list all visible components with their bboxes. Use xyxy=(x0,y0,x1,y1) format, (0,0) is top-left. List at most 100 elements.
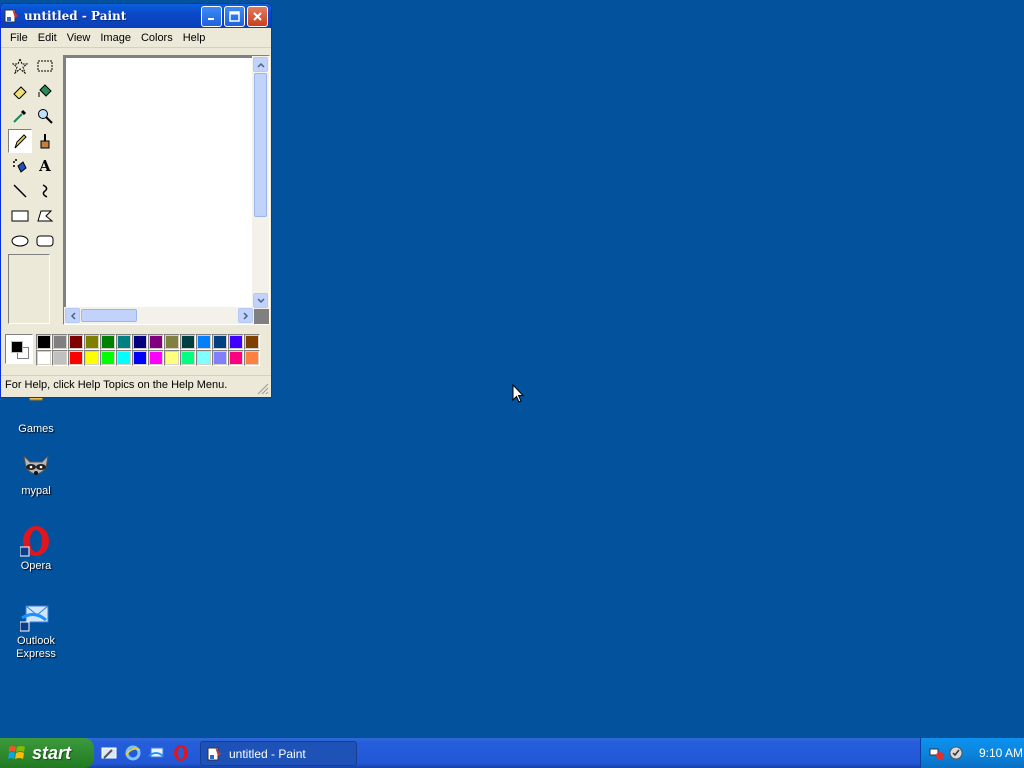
color-swatch[interactable] xyxy=(100,334,116,350)
horizontal-scrollbar[interactable] xyxy=(64,307,254,324)
color-swatch[interactable] xyxy=(148,334,164,350)
scroll-right-arrow[interactable] xyxy=(238,308,253,323)
color-swatch-fill xyxy=(69,335,83,349)
text-tool-glyph: A xyxy=(39,157,51,175)
scroll-left-arrow[interactable] xyxy=(65,308,80,323)
chevron-right-icon xyxy=(242,311,248,320)
color-swatch[interactable] xyxy=(212,334,228,350)
menu-view[interactable]: View xyxy=(62,32,96,44)
minimize-button[interactable] xyxy=(201,6,222,27)
color-swatch[interactable] xyxy=(36,334,52,350)
opera-quicklaunch-icon[interactable] xyxy=(172,744,190,762)
drawing-canvas[interactable] xyxy=(66,58,254,308)
color-swatch[interactable] xyxy=(132,350,148,366)
menu-file[interactable]: File xyxy=(5,32,33,44)
pencil-tool[interactable] xyxy=(8,129,32,153)
desktop-icon-label: Opera xyxy=(20,560,52,572)
color-swatch[interactable] xyxy=(196,350,212,366)
color-swatch[interactable] xyxy=(212,350,228,366)
menu-edit[interactable]: Edit xyxy=(33,32,62,44)
pick-color-tool[interactable] xyxy=(8,104,32,128)
color-swatch[interactable] xyxy=(228,350,244,366)
color-swatch[interactable] xyxy=(116,350,132,366)
resize-grip-icon[interactable] xyxy=(257,383,269,395)
free-form-select-tool[interactable] xyxy=(8,54,32,78)
network-tray-icon[interactable] xyxy=(929,745,945,761)
clock[interactable]: 9:10 AM xyxy=(979,746,1023,760)
vertical-scrollbar[interactable] xyxy=(252,56,269,309)
status-text: For Help, click Help Topics on the Help … xyxy=(5,379,228,391)
vertical-scroll-thumb[interactable] xyxy=(254,73,267,217)
text-tool[interactable]: A xyxy=(33,154,57,178)
outlook-express-quicklaunch-icon[interactable] xyxy=(148,744,166,762)
desktop-icon-mypal[interactable]: mypal xyxy=(0,450,72,498)
color-swatch[interactable] xyxy=(100,350,116,366)
eraser-tool[interactable] xyxy=(8,79,32,103)
color-swatch[interactable] xyxy=(164,350,180,366)
airbrush-icon xyxy=(13,159,27,173)
color-swatch[interactable] xyxy=(148,350,164,366)
start-button[interactable]: start xyxy=(0,738,94,768)
color-swatch[interactable] xyxy=(164,334,180,350)
polygon-tool[interactable] xyxy=(33,204,57,228)
magnifier-tool[interactable] xyxy=(33,104,57,128)
title-bar[interactable]: untitled - Paint xyxy=(1,4,271,28)
paint-window[interactable]: untitled - Paint File Edit View Image Co… xyxy=(0,3,272,398)
internet-explorer-icon[interactable] xyxy=(124,744,142,762)
color-swatch[interactable] xyxy=(244,350,260,366)
color-swatch-fill xyxy=(101,335,115,349)
scroll-up-arrow[interactable] xyxy=(253,57,268,72)
desktop-icon-opera[interactable]: Opera xyxy=(0,525,72,573)
fill-tool[interactable] xyxy=(33,79,57,103)
foreground-color xyxy=(11,341,23,353)
menu-image[interactable]: Image xyxy=(95,32,136,44)
security-tray-icon[interactable] xyxy=(948,745,964,761)
color-swatch[interactable] xyxy=(52,334,68,350)
color-swatch-fill xyxy=(165,335,179,349)
color-swatch[interactable] xyxy=(116,334,132,350)
brush-tool[interactable] xyxy=(33,129,57,153)
ellipse-tool[interactable] xyxy=(8,229,32,253)
tool-options-box[interactable] xyxy=(8,254,50,324)
color-swatch[interactable] xyxy=(36,350,52,366)
color-swatch[interactable] xyxy=(84,350,100,366)
show-desktop-icon[interactable] xyxy=(100,744,118,762)
color-swatch[interactable] xyxy=(180,350,196,366)
color-swatch[interactable] xyxy=(180,334,196,350)
horizontal-scroll-thumb[interactable] xyxy=(81,309,137,322)
taskbar-button-paint[interactable]: untitled - Paint xyxy=(200,741,357,766)
color-swatch[interactable] xyxy=(228,334,244,350)
desktop-icon-outlook-express[interactable]: Outlook Express xyxy=(0,600,72,661)
pencil-icon xyxy=(14,134,27,149)
color-swatch-fill xyxy=(53,335,67,349)
rectangle-tool[interactable] xyxy=(8,204,32,228)
rounded-rectangle-tool[interactable] xyxy=(33,229,57,253)
color-swatch[interactable] xyxy=(244,334,260,350)
opera-icon xyxy=(19,525,52,557)
color-swatch[interactable] xyxy=(68,350,84,366)
color-swatch-fill xyxy=(53,351,67,365)
maximize-button[interactable] xyxy=(224,6,245,27)
paint-bucket-icon xyxy=(38,84,52,97)
color-swatch[interactable] xyxy=(196,334,212,350)
color-swatch[interactable] xyxy=(52,350,68,366)
curve-tool[interactable] xyxy=(33,179,57,203)
color-swatch[interactable] xyxy=(84,334,100,350)
color-swatch-fill xyxy=(133,335,147,349)
canvas-frame xyxy=(63,55,270,325)
line-tool[interactable] xyxy=(8,179,32,203)
scroll-down-arrow[interactable] xyxy=(253,293,268,308)
menu-colors[interactable]: Colors xyxy=(136,32,178,44)
menu-help[interactable]: Help xyxy=(178,32,211,44)
select-tool[interactable] xyxy=(33,54,57,78)
chevron-up-icon xyxy=(256,62,265,68)
close-button[interactable] xyxy=(247,6,268,27)
color-swatch-fill xyxy=(69,351,83,365)
chevron-left-icon xyxy=(70,311,76,320)
airbrush-tool[interactable] xyxy=(8,154,32,178)
color-swatch-fill xyxy=(117,351,131,365)
color-swatch-fill xyxy=(37,335,51,349)
color-swatch[interactable] xyxy=(68,334,84,350)
color-swatch[interactable] xyxy=(132,334,148,350)
menu-bar: File Edit View Image Colors Help xyxy=(1,28,271,48)
